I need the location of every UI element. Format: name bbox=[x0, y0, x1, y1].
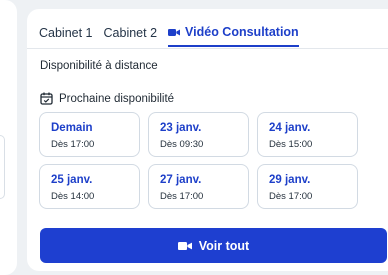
tab-cabinet-1[interactable]: Cabinet 1 bbox=[39, 26, 93, 46]
slot-day: 24 janv. bbox=[269, 122, 311, 134]
slot-day: 25 janv. bbox=[51, 174, 93, 186]
location-tabs: Cabinet 1 Cabinet 2 Vidéo Consultation bbox=[39, 25, 388, 47]
slot-day: Demain bbox=[51, 122, 93, 134]
see-all-button-label: Voir tout bbox=[198, 238, 250, 253]
side-panel-card-edge bbox=[0, 135, 5, 199]
availability-card: Cabinet 1 Cabinet 2 Vidéo Consultation D… bbox=[27, 9, 388, 271]
slot-card[interactable]: Demain Dès 17:00 bbox=[39, 112, 140, 157]
tab-video-consultation-label: Vidéo Consultation bbox=[185, 25, 299, 39]
slot-card[interactable]: 23 janv. Dès 09:30 bbox=[148, 112, 249, 157]
calendar-check-icon bbox=[40, 92, 53, 105]
video-camera-icon bbox=[177, 241, 192, 250]
side-panel bbox=[0, 0, 17, 275]
video-camera-icon bbox=[168, 28, 181, 36]
slot-day: 29 janv. bbox=[269, 174, 311, 186]
slot-time: Dès 17:00 bbox=[51, 139, 95, 150]
tabs-divider bbox=[27, 48, 388, 49]
slot-time: Dès 15:00 bbox=[269, 139, 313, 150]
slot-day: 23 janv. bbox=[160, 122, 202, 134]
next-availability-label: Prochaine disponibilité bbox=[59, 92, 175, 105]
slot-time: Dès 17:00 bbox=[160, 191, 204, 202]
slot-card[interactable]: 25 janv. Dès 14:00 bbox=[39, 164, 140, 209]
slot-time: Dès 17:00 bbox=[269, 191, 313, 202]
slot-time: Dès 09:30 bbox=[160, 139, 204, 150]
tab-video-consultation[interactable]: Vidéo Consultation bbox=[168, 25, 299, 47]
slot-card[interactable]: 24 janv. Dès 15:00 bbox=[257, 112, 358, 157]
slot-card[interactable]: 29 janv. Dès 17:00 bbox=[257, 164, 358, 209]
section-title: Disponibilité à distance bbox=[40, 60, 158, 72]
slot-time: Dès 14:00 bbox=[51, 191, 95, 202]
next-availability-heading: Prochaine disponibilité bbox=[40, 92, 174, 105]
slot-day: 27 janv. bbox=[160, 174, 202, 186]
availability-slots: Demain Dès 17:00 23 janv. Dès 09:30 24 j… bbox=[39, 112, 358, 209]
slot-card[interactable]: 27 janv. Dès 17:00 bbox=[148, 164, 249, 209]
see-all-button[interactable]: Voir tout bbox=[40, 228, 387, 263]
tab-cabinet-2[interactable]: Cabinet 2 bbox=[104, 26, 158, 46]
